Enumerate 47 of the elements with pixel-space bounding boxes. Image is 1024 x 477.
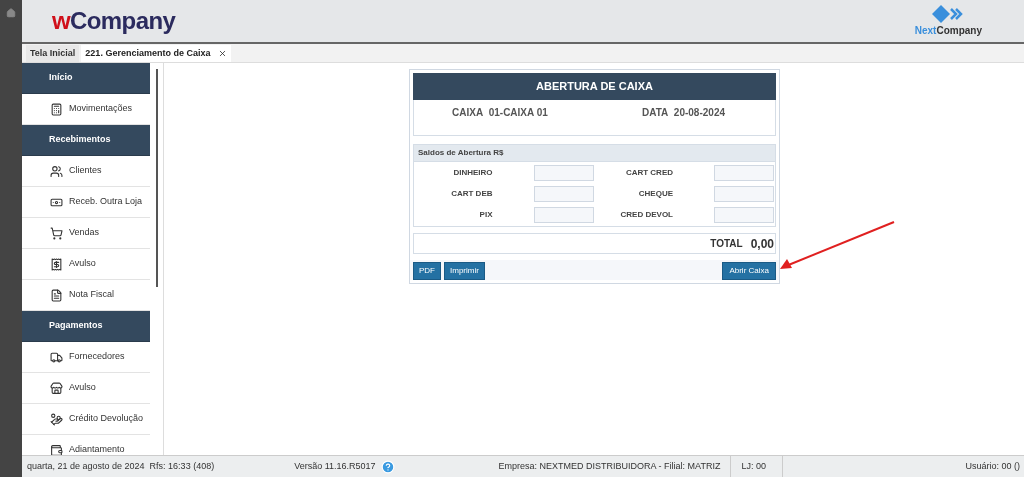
info-text: DATA 20-08-2024 [642, 106, 725, 120]
field-label: CRED DEVOL [620, 209, 673, 221]
input-field[interactable] [714, 207, 774, 223]
menu-icon [50, 412, 63, 426]
menu-icon [50, 226, 63, 240]
status-user: Usuário: 00 () [965, 459, 1020, 473]
status-version: Versão 11.16.R5017 [294, 459, 376, 473]
home-icon[interactable] [6, 8, 16, 18]
tab[interactable]: Tela Inicial [26, 45, 80, 62]
menu-icon [50, 381, 63, 395]
section-header: Saldos de Abertura R$ [414, 145, 775, 162]
status-refresh: Rfs: 16:33 (408) [149, 459, 215, 473]
sidebar-section-header[interactable]: Recebimentos [22, 125, 150, 156]
action-button[interactable]: Imprimir [444, 262, 485, 280]
input-field[interactable] [533, 165, 594, 181]
field-label: DINHEIRO [453, 167, 493, 179]
field-label: CHEQUE [638, 188, 673, 200]
total-value: 0,00 [750, 235, 774, 253]
scrollbar[interactable] [155, 69, 158, 287]
nextcompany-logo: NextCompany [914, 23, 982, 38]
menu-icon [50, 443, 63, 455]
menu-icon [50, 164, 63, 178]
menu-icon [50, 288, 63, 302]
field-label: PIX [479, 209, 493, 221]
open-cash-button[interactable]: Abrir Caixa [722, 262, 776, 280]
help-icon[interactable] [380, 459, 395, 474]
info-text: CAIXA 01-CAIXA 01 [452, 106, 549, 120]
tab[interactable]: 221. Gerenciamento de Caixa [81, 45, 232, 62]
total-label: TOTAL [710, 237, 743, 251]
status-company: Empresa: NEXTMED DISTRIBUIDORA - Filial: MATRIZ [498, 459, 721, 473]
close-icon[interactable] [218, 49, 228, 58]
input-field[interactable] [714, 186, 774, 202]
action-button[interactable]: PDF [413, 262, 441, 280]
menu-icon [50, 350, 63, 364]
status-store: LJ: 00 [730, 456, 783, 477]
menu-icon [50, 102, 63, 116]
input-field[interactable] [714, 165, 774, 181]
status-date: quarta, 21 de agosto de 2024 [27, 459, 145, 473]
field-label: CART CRED [625, 167, 673, 179]
input-field[interactable] [533, 186, 594, 202]
sidebar-section-header[interactable]: Pagamentos [22, 311, 150, 342]
sidebar-section-header[interactable]: Início [22, 63, 150, 94]
wcompany-logo: wCompany [52, 6, 176, 36]
form-title: ABERTURA DE CAIXA [413, 73, 776, 100]
field-label: CART DEB [451, 188, 493, 200]
input-field[interactable] [533, 207, 594, 223]
menu-icon [50, 257, 63, 271]
